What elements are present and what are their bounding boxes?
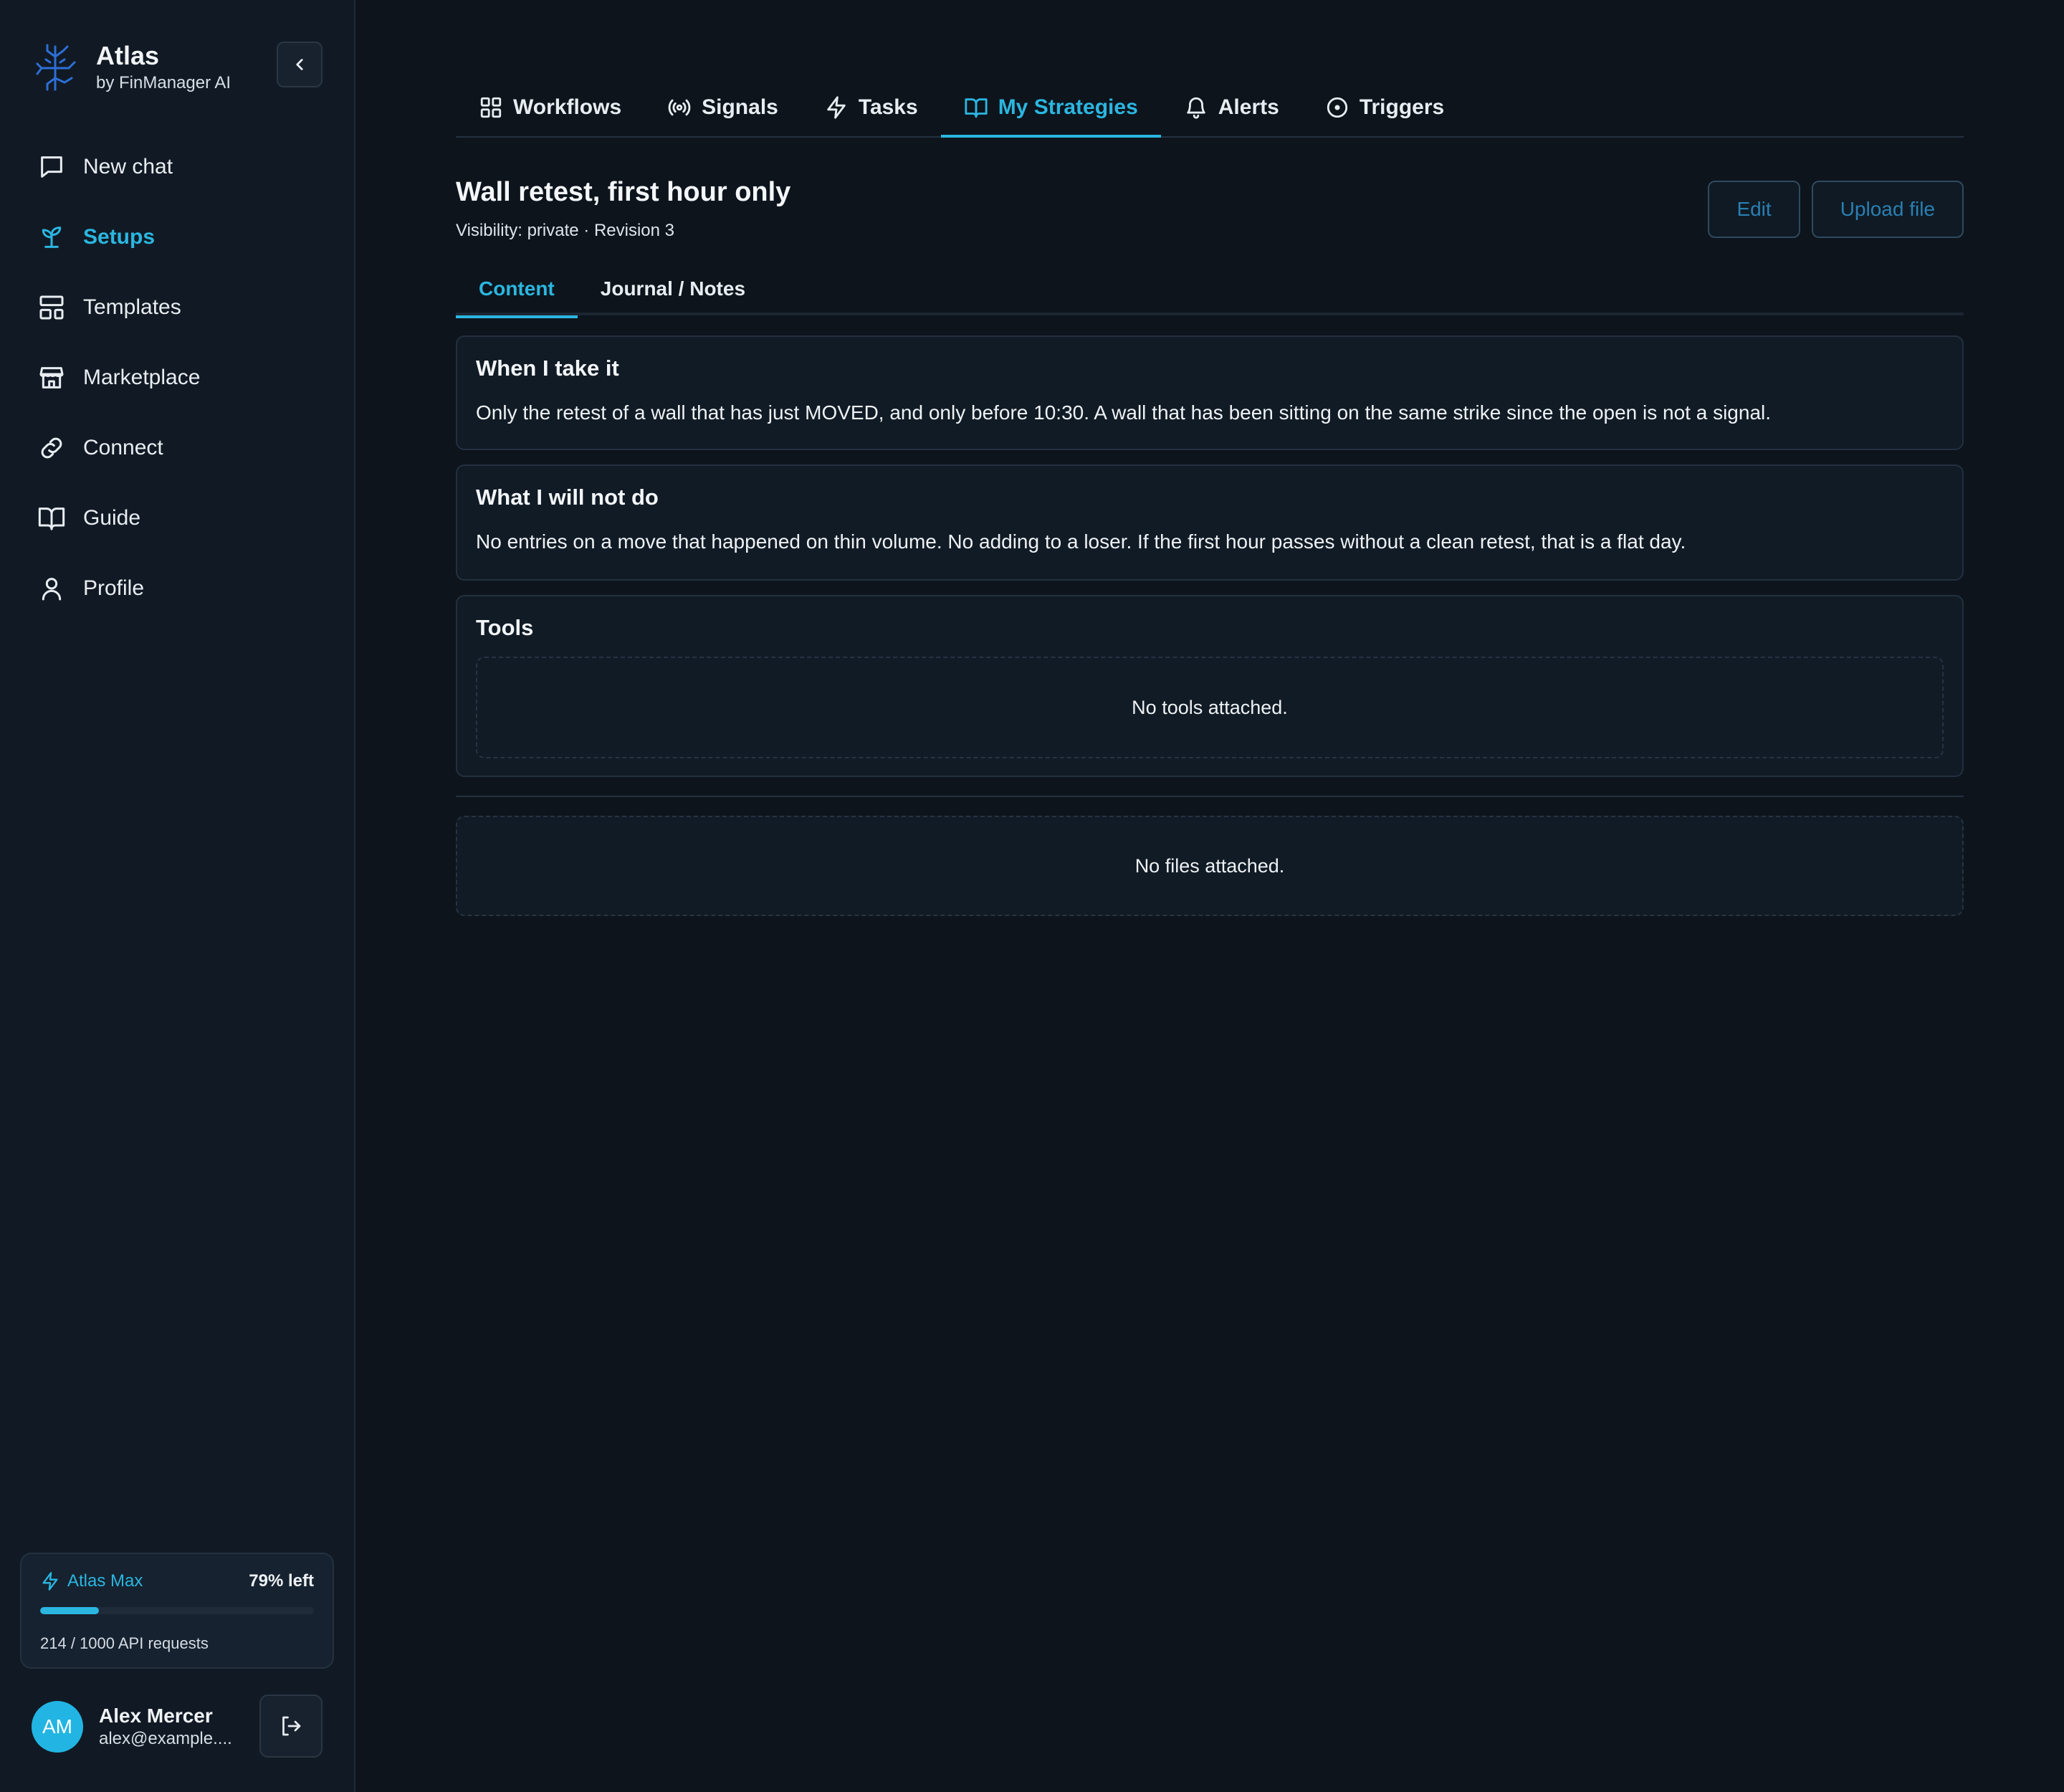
sidebar-item-label: Templates bbox=[83, 295, 181, 319]
sidebar-item-marketplace[interactable]: Marketplace bbox=[0, 343, 354, 413]
section-when-i-take-it: When I take it Only the retest of a wall… bbox=[456, 335, 1964, 450]
brand-title: Atlas bbox=[96, 41, 160, 70]
brand-subtitle: by FinManager AI bbox=[96, 73, 231, 92]
circle-dot-icon bbox=[1327, 97, 1347, 118]
section-tools: Tools No tools attached. bbox=[456, 595, 1964, 777]
sidebar-item-new-chat[interactable]: New chat bbox=[0, 132, 354, 202]
broadcast-icon bbox=[668, 99, 691, 116]
grid-icon bbox=[480, 97, 502, 118]
section-body: Only the retest of a wall that has just … bbox=[476, 401, 1772, 424]
user-email: alex@example.... bbox=[99, 1729, 232, 1748]
sidebar-item-label: Profile bbox=[83, 576, 145, 600]
link-icon bbox=[41, 437, 62, 459]
plan-card[interactable]: Atlas Max 79% left 214 / 1000 API reques… bbox=[20, 1553, 334, 1669]
sidebar-item-templates[interactable]: Templates bbox=[0, 272, 354, 343]
plan-name: Atlas Max bbox=[40, 1571, 143, 1591]
tab-content[interactable]: Content bbox=[456, 262, 578, 318]
user-icon bbox=[42, 578, 62, 601]
content-subtabs: Content Journal / Notes bbox=[456, 262, 1964, 318]
tab-signals[interactable]: Signals bbox=[644, 79, 801, 136]
book-open-icon bbox=[965, 98, 988, 118]
sidebar-item-label: Marketplace bbox=[83, 366, 201, 389]
tab-triggers[interactable]: Triggers bbox=[1302, 79, 1467, 136]
sidebar-item-profile[interactable]: Profile bbox=[0, 553, 354, 624]
user-row: AM Alex Mercer alex@example.... bbox=[32, 1695, 322, 1759]
section-what-i-will-not-do: What I will not do No entries on a move … bbox=[456, 464, 1964, 581]
tab-tasks[interactable]: Tasks bbox=[801, 79, 941, 136]
tools-empty-state: No tools attached. bbox=[476, 657, 1944, 758]
book-open-icon bbox=[38, 507, 65, 530]
section-title: What I will not do bbox=[476, 485, 659, 510]
divider bbox=[456, 796, 1964, 797]
top-tabs: Workflows Signals Tasks My Strategies Al… bbox=[456, 79, 1964, 138]
layout-template-icon bbox=[39, 295, 64, 320]
sidebar: Atlas by FinManager AI New chat Setups T… bbox=[0, 0, 355, 1792]
zap-icon bbox=[42, 1572, 58, 1591]
sidebar-item-label: Connect bbox=[83, 436, 163, 459]
atlas-logo-icon bbox=[36, 44, 76, 91]
sidebar-item-connect[interactable]: Connect bbox=[0, 413, 354, 483]
collapse-sidebar-button[interactable] bbox=[277, 42, 322, 87]
user-name: Alex Mercer bbox=[99, 1705, 213, 1727]
plan-usage-fill bbox=[40, 1607, 99, 1614]
sidebar-item-label: Setups bbox=[83, 225, 156, 249]
tab-my-strategies[interactable]: My Strategies bbox=[940, 79, 1161, 138]
chevron-left-icon bbox=[296, 59, 303, 70]
strategy-header: Wall retest, first hour only Visibility:… bbox=[456, 172, 1964, 241]
plan-usage-bar bbox=[40, 1607, 314, 1614]
sprout-icon bbox=[42, 227, 62, 248]
bell-icon bbox=[1187, 97, 1205, 119]
tab-journal-notes[interactable]: Journal / Notes bbox=[578, 262, 768, 315]
brand: Atlas by FinManager AI bbox=[0, 0, 354, 100]
plan-remaining: 79% left bbox=[249, 1571, 314, 1591]
log-out-icon bbox=[282, 1716, 301, 1736]
sidebar-item-label: New chat bbox=[83, 155, 173, 178]
sidebar-item-label: Guide bbox=[83, 506, 141, 530]
sidebar-nav: New chat Setups Templates Marketplace Co… bbox=[0, 132, 354, 624]
section-body: No entries on a move that happened on th… bbox=[476, 530, 1686, 553]
section-title: When I take it bbox=[476, 356, 619, 381]
sidebar-item-setups[interactable]: Setups bbox=[0, 202, 354, 272]
upload-file-button[interactable]: Upload file bbox=[1811, 181, 1964, 238]
avatar[interactable]: AM bbox=[32, 1701, 83, 1753]
main-content: Workflows Signals Tasks My Strategies Al… bbox=[355, 0, 2064, 1792]
store-icon bbox=[39, 367, 64, 389]
plan-usage-text: 214 / 1000 API requests bbox=[40, 1634, 209, 1652]
files-empty-state: No files attached. bbox=[456, 816, 1964, 916]
message-square-icon bbox=[41, 156, 62, 178]
logout-button[interactable] bbox=[259, 1695, 322, 1758]
zap-icon bbox=[827, 96, 846, 119]
tab-alerts[interactable]: Alerts bbox=[1161, 79, 1302, 136]
section-title: Tools bbox=[476, 615, 534, 640]
sidebar-item-guide[interactable]: Guide bbox=[0, 483, 354, 553]
app-root: Atlas by FinManager AI New chat Setups T… bbox=[0, 0, 2064, 1792]
edit-button[interactable]: Edit bbox=[1708, 181, 1800, 238]
tab-workflows[interactable]: Workflows bbox=[456, 79, 644, 136]
